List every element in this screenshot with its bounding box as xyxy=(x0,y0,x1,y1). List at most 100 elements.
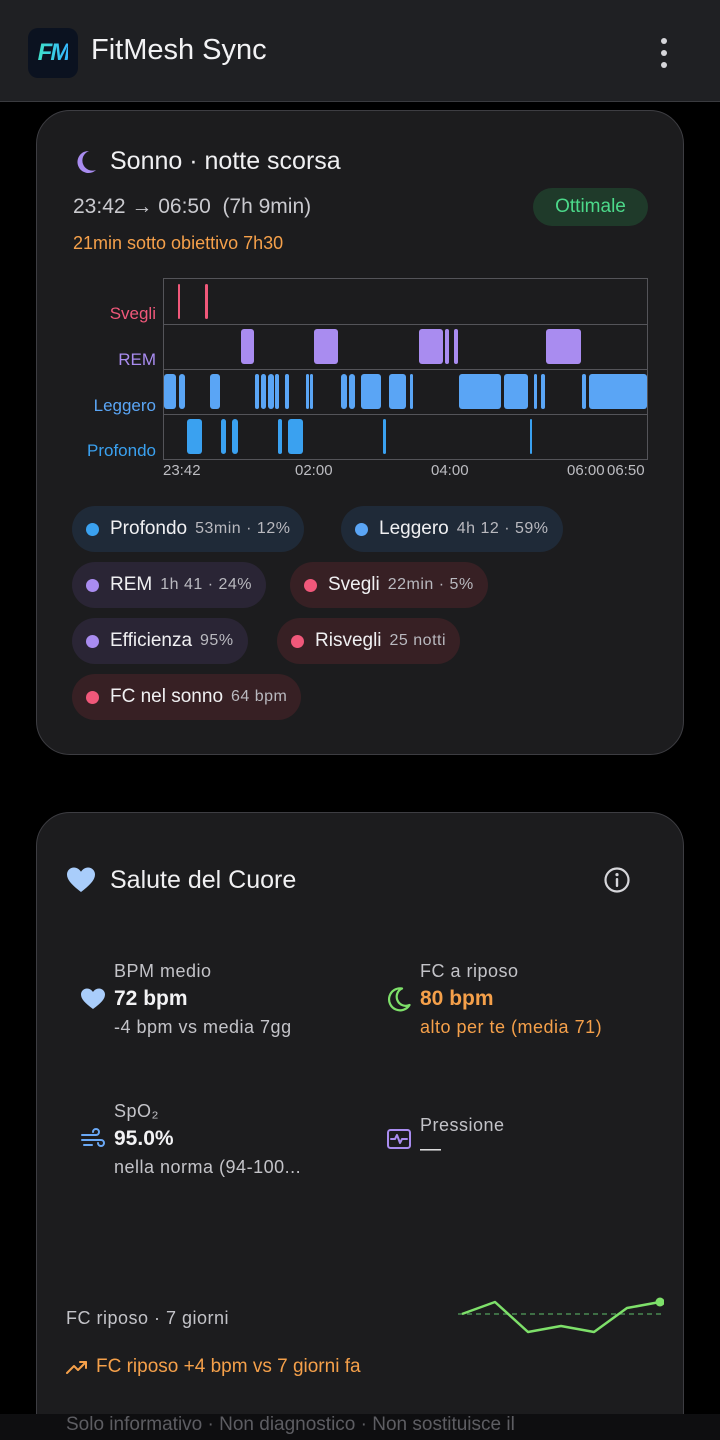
hypnogram-segment-light xyxy=(389,374,406,409)
hypnogram-divider xyxy=(164,414,647,415)
metric-resting-hr: FC a riposo 80 bpm alto per te (media 71… xyxy=(420,957,602,1041)
blood-pressure-icon xyxy=(387,1129,411,1149)
chip-label: Risvegli xyxy=(315,630,382,651)
metric-label: FC a riposo xyxy=(420,961,519,981)
stat-chip-efficiency: Efficienza 95% xyxy=(72,618,248,664)
chip-label: Leggero xyxy=(379,518,449,539)
chip-value: 22min · 5% xyxy=(387,576,474,593)
chip-value: 64 bpm xyxy=(231,688,288,705)
hypnogram-divider xyxy=(164,324,647,325)
hypnogram-segment-deep xyxy=(288,419,303,454)
metric-value: 80 bpm xyxy=(420,987,494,1010)
hypnogram-segment-light xyxy=(534,374,537,409)
hypnogram-segment-light xyxy=(349,374,355,409)
axis-tick: 02:00 xyxy=(295,462,333,479)
hypnogram-segment-awake xyxy=(205,284,208,319)
more-options-icon[interactable] xyxy=(648,34,680,72)
hypnogram-segment-awake xyxy=(178,284,180,319)
sparkline-line xyxy=(461,1300,661,1334)
metric-value: — xyxy=(420,1137,441,1160)
legend-dot xyxy=(86,690,99,704)
resting-hr-trend-note: FC riposo +4 bpm vs 7 giorni fa xyxy=(66,1356,361,1378)
hypnogram-segment-deep xyxy=(187,419,202,454)
hypnogram-segment-deep xyxy=(530,419,532,454)
hypnogram-segment-rem xyxy=(314,329,338,364)
legend-dot xyxy=(355,522,368,536)
axis-tick: 23:42 xyxy=(163,462,201,479)
chip-label: FC nel sonno xyxy=(110,686,224,707)
stage-label-rem: REM xyxy=(118,350,156,369)
hypnogram-segment-light xyxy=(275,374,279,409)
chip-value: 53min · 12% xyxy=(195,520,291,537)
chip-value: 1h 41 · 24% xyxy=(160,576,253,593)
chip-label: Efficienza xyxy=(110,630,193,651)
hypnogram-segment-light xyxy=(306,374,309,409)
sleep-goal-warning: 21min sotto obiettivo 7h30 xyxy=(73,233,284,253)
hypnogram-segment-light xyxy=(261,374,266,409)
chip-value: 25 notti xyxy=(389,632,447,649)
chip-value: 4h 12 · 59% xyxy=(456,520,549,537)
hypnogram-segment-light xyxy=(361,374,381,409)
sleep-hypnogram xyxy=(163,278,648,460)
app-logo-icon: FM xyxy=(28,28,78,78)
hypnogram-segment-light xyxy=(541,374,545,409)
hypnogram-segment-light xyxy=(255,374,259,409)
trending-up-icon xyxy=(66,1361,87,1374)
trend-note-text: FC riposo +4 bpm vs 7 giorni fa xyxy=(96,1356,361,1377)
hypnogram-segment-deep xyxy=(232,419,238,454)
stat-chip-rem: REM 1h 41 · 24% xyxy=(72,562,267,608)
stat-chip-awake: Svegli 22min · 5% xyxy=(290,562,488,608)
metric-blood-pressure: Pressione — xyxy=(420,1111,505,1159)
stat-chip-awakenings: Risvegli 25 notti xyxy=(277,618,461,664)
legend-dot xyxy=(291,634,304,648)
sparkline-last-point xyxy=(655,1297,664,1307)
hypnogram-segment-light xyxy=(459,374,501,409)
metric-avg-bpm: BPM medio 72 bpm -4 bpm vs media 7gg xyxy=(114,957,292,1041)
hypnogram-segment-light xyxy=(268,374,274,409)
heart-card-title: Salute del Cuore xyxy=(110,866,297,894)
hypnogram-segment-light xyxy=(164,374,176,409)
metric-sub: alto per te (media 71) xyxy=(420,1017,603,1037)
stat-chip-deep: Profondo 53min · 12% xyxy=(72,506,305,552)
metric-label: SpO₂ xyxy=(114,1101,160,1121)
hypnogram-divider xyxy=(164,369,647,370)
metric-sub: nella norma (94-100... xyxy=(114,1157,302,1177)
hypnogram-segment-light xyxy=(285,374,289,409)
hypnogram-segment-rem xyxy=(454,329,458,364)
chip-value: 95% xyxy=(200,632,234,649)
moon-icon xyxy=(387,987,411,1012)
hypnogram-segment-rem xyxy=(445,329,449,364)
hypnogram-segment-deep xyxy=(221,419,226,454)
hypnogram-segment-light xyxy=(310,374,313,409)
hypnogram-segment-rem xyxy=(546,329,581,364)
heart-icon xyxy=(67,867,95,892)
heart-icon xyxy=(81,988,105,1009)
hypnogram-segment-deep xyxy=(383,419,386,454)
stat-chip-light: Leggero 4h 12 · 59% xyxy=(341,506,563,552)
legend-dot xyxy=(86,634,99,648)
metric-spo2: SpO₂ 95.0% nella norma (94-100... xyxy=(114,1097,301,1181)
metric-label: BPM medio xyxy=(114,961,212,981)
stage-label-light: Leggero xyxy=(93,396,156,415)
chip-label: Profondo xyxy=(110,518,188,539)
logo-text: FM xyxy=(37,39,71,66)
stage-label-awake: Svegli xyxy=(109,304,156,323)
axis-tick: 04:00 xyxy=(431,462,469,479)
axis-tick: 06:50 xyxy=(607,462,645,479)
metric-value: 95.0% xyxy=(114,1127,174,1150)
hypnogram-segment-light xyxy=(589,374,647,409)
app-title: FitMesh Sync xyxy=(91,34,267,66)
sleep-header: Sonno · notte scorsa xyxy=(74,147,341,176)
hypnogram-segment-light xyxy=(582,374,586,409)
info-icon[interactable] xyxy=(603,866,631,894)
app-bar: FM FitMesh Sync xyxy=(0,0,720,102)
stat-chip-sleep-hr: FC nel sonno 64 bpm xyxy=(72,674,302,720)
sleep-status-badge: Ottimale xyxy=(533,188,648,226)
air-wind-icon xyxy=(81,1128,105,1147)
hypnogram-segment-light xyxy=(504,374,528,409)
disclaimer-text: Solo informativo · Non diagnostico · Non… xyxy=(66,1414,515,1435)
stage-label-deep: Profondo xyxy=(87,441,156,460)
sleep-time-range: 23:42 → 06:50 (7h 9min) xyxy=(73,195,312,218)
hypnogram-segment-light xyxy=(210,374,220,409)
legend-dot xyxy=(86,522,99,536)
